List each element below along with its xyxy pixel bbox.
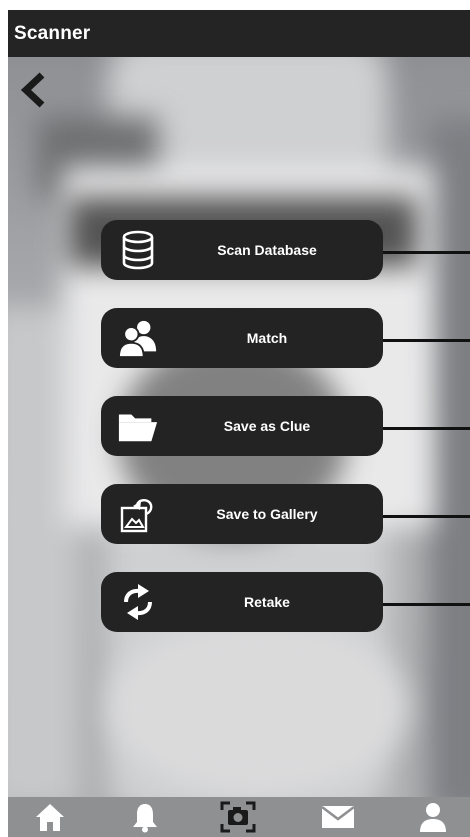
save-as-clue-label: Save as Clue — [223, 418, 311, 434]
save-as-clue-button[interactable]: Save as Clue — [101, 396, 383, 456]
connector-line — [383, 427, 470, 430]
bottom-navigation — [8, 797, 470, 837]
user-icon — [420, 803, 446, 832]
nav-profile[interactable] — [413, 800, 453, 834]
save-image-icon — [117, 494, 159, 534]
retake-button[interactable]: Retake — [101, 572, 383, 632]
match-button[interactable]: Match — [101, 308, 383, 368]
mail-icon — [321, 806, 355, 828]
nav-messages[interactable] — [318, 800, 358, 834]
home-icon — [36, 804, 64, 831]
nav-home[interactable] — [30, 800, 70, 834]
bell-icon — [133, 804, 157, 833]
nav-scanner[interactable] — [218, 800, 258, 834]
app-bar: Scanner — [8, 10, 470, 57]
chevron-left-icon — [20, 72, 45, 108]
refresh-icon — [117, 582, 159, 622]
connector-line — [383, 603, 470, 606]
blurred-background — [428, 117, 470, 797]
match-label: Match — [246, 330, 288, 346]
database-icon — [117, 230, 159, 270]
blurred-pole-band — [108, 617, 408, 797]
nav-notifications[interactable] — [125, 800, 165, 834]
connector-line — [383, 515, 470, 518]
save-to-gallery-label: Save to Gallery — [216, 506, 318, 522]
scan-database-button[interactable]: Scan Database — [101, 220, 383, 280]
back-button[interactable] — [18, 70, 50, 110]
scan-database-label: Scan Database — [217, 242, 317, 258]
save-to-gallery-button[interactable]: Save to Gallery — [101, 484, 383, 544]
users-icon — [117, 318, 159, 358]
phone-screen: Scanner Scan Database Match Save as Clue… — [8, 10, 470, 837]
connector-line — [383, 339, 470, 342]
retake-label: Retake — [244, 594, 290, 610]
page-title: Scanner — [14, 23, 91, 44]
camera-scan-icon — [220, 801, 256, 833]
folder-icon — [117, 406, 159, 446]
connector-line — [383, 251, 470, 254]
